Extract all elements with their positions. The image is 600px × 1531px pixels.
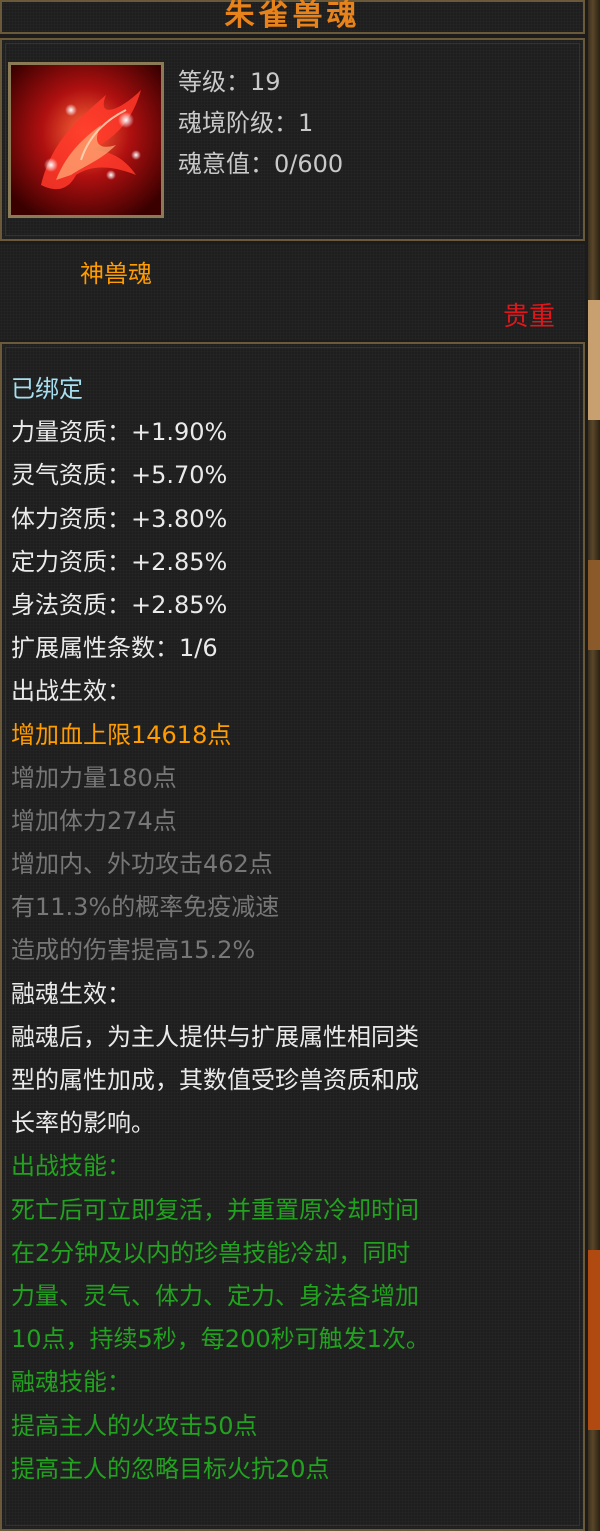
rarity-label: 贵重	[502, 302, 555, 332]
background-window-edge	[588, 0, 600, 1531]
bound-status: 已绑定	[11, 375, 83, 403]
battle-effect-inactive: 增加内、外功攻击462点	[11, 850, 273, 879]
battle-skill-text: 死亡后可立即复活，并重置原冷却时间	[11, 1195, 419, 1224]
battle-skill-text: 10点，持续5秒，每200秒可触发1次。	[11, 1325, 430, 1354]
battle-effect-inactive: 有11.3%的概率免疫减速	[11, 893, 280, 922]
fusion-skill-header: 融魂技能：	[11, 1368, 131, 1397]
soul-value: 魂意值：0/600	[178, 150, 344, 178]
attribute-spirit: 灵气资质：+5.70%	[11, 461, 228, 490]
item-details-panel: 已绑定 力量资质：+1.90% 灵气资质：+5.70% 体力资质：+3.80% …	[0, 342, 585, 1531]
item-type-panel: 神兽魂 贵重	[0, 244, 585, 340]
fusion-skill-text: 提高主人的火攻击50点	[11, 1411, 258, 1440]
fusion-effect-header: 融魂生效：	[11, 979, 131, 1008]
battle-skill-text: 在2分钟及以内的珍兽技能冷却，同时	[11, 1238, 411, 1267]
battle-effect-inactive: 造成的伤害提高15.2%	[11, 936, 256, 965]
attribute-strength: 力量资质：+1.90%	[11, 418, 228, 447]
fusion-skill-text: 提高主人的忽略目标火抗20点	[11, 1454, 330, 1483]
extended-attribute-count: 扩展属性条数：1/6	[11, 634, 218, 663]
attribute-agility: 身法资质：+2.85%	[11, 590, 228, 619]
item-header-panel: 等级：19 魂境阶级：1 魂意值：0/600	[0, 38, 585, 241]
fusion-effect-text: 型的属性加成，其数值受珍兽资质和成	[11, 1066, 419, 1094]
attribute-focus: 定力资质：+2.85%	[11, 547, 228, 576]
attribute-stamina: 体力资质：+3.80%	[11, 504, 228, 533]
level-value: 等级：19	[178, 68, 281, 96]
phoenix-icon	[8, 62, 164, 218]
battle-effect-inactive: 增加体力274点	[11, 806, 177, 835]
fusion-effect-text: 融魂后，为主人提供与扩展属性相同类	[11, 1022, 419, 1051]
title-panel: 朱雀兽魂	[0, 0, 585, 34]
battle-skill-header: 出战技能：	[11, 1152, 131, 1181]
item-type-label: 神兽魂	[80, 260, 152, 288]
battle-effect-header: 出战生效：	[11, 677, 131, 706]
battle-skill-text: 力量、灵气、体力、定力、身法各增加	[11, 1281, 419, 1310]
realm-value: 魂境阶级：1	[178, 109, 314, 137]
battle-effect-active: 增加血上限14618点	[11, 720, 232, 749]
battle-effect-inactive: 增加力量180点	[11, 763, 177, 792]
item-title: 朱雀兽魂	[224, 0, 361, 33]
fusion-effect-text: 长率的影响。	[11, 1109, 155, 1138]
